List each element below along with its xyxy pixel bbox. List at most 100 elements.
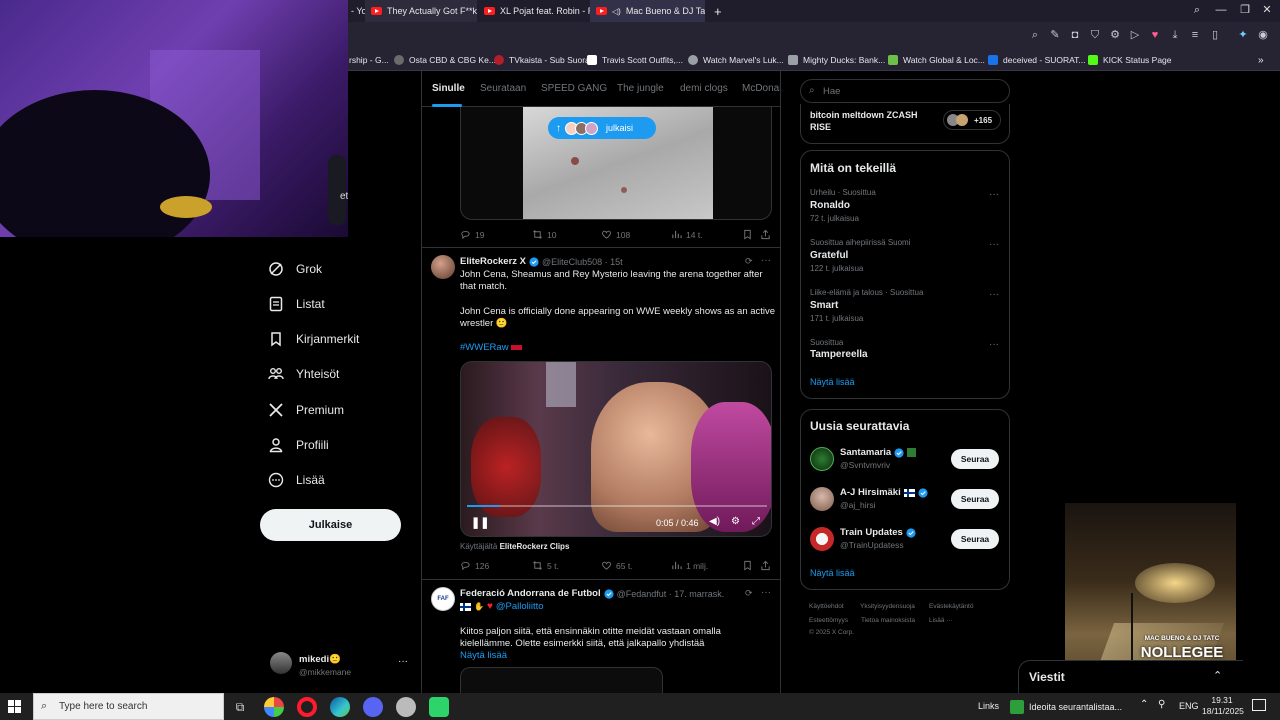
tab-demi-clogs[interactable]: demi clogs	[680, 83, 728, 94]
footer-link-terms[interactable]: Käyttöehdot	[809, 603, 844, 610]
windows-start-icon[interactable]	[8, 700, 22, 714]
avatar[interactable]	[431, 255, 455, 279]
steam-icon[interactable]	[396, 697, 416, 717]
battery-icon[interactable]: ▯	[1208, 28, 1222, 42]
nav-item-lists[interactable]: Listat	[268, 296, 325, 312]
post-button[interactable]: Julkaise	[260, 509, 401, 541]
tweet-author-handle[interactable]: @Fedandfut · 17. marrask.	[617, 589, 725, 599]
source-name[interactable]: EliteRockerz Clips	[500, 542, 570, 551]
trend-item[interactable]: Urheilu · Suosittua Ronaldo 72 t. julkai…	[801, 184, 1009, 232]
tweet-more-icon[interactable]: ···	[761, 255, 771, 266]
bookmark-item[interactable]: TVkaista - Sub Suora	[494, 49, 590, 71]
new-posts-pill[interactable]: ↑ julkaisi	[548, 117, 656, 139]
browser-tab[interactable]: - Yo	[345, 0, 365, 22]
search-tabs-icon[interactable]: ⌕	[1188, 2, 1206, 18]
tweet-author-handle[interactable]: @EliteClub508 · 15t	[542, 257, 623, 267]
share-button[interactable]	[760, 560, 771, 571]
nav-item-grok[interactable]: Grok	[268, 261, 322, 277]
video-player[interactable]: ❚❚ 0:05 / 0:46 ◀) ⚙ ⤢	[460, 361, 772, 537]
opera-icon[interactable]	[297, 697, 317, 717]
share-button[interactable]	[760, 229, 771, 240]
browser-tab[interactable]: They Actually Got F**king	[365, 0, 477, 22]
hashtag-link[interactable]: #WWERaw	[460, 342, 523, 354]
task-view-icon[interactable]: ⧉	[230, 697, 250, 717]
footer-link-cookies[interactable]: Evästekäytäntö	[929, 603, 973, 610]
bookmark-item[interactable]: Watch Marvel's Luk...	[688, 49, 784, 71]
taskbar-notification[interactable]: Ideoita seurantalistaa...	[1010, 697, 1130, 716]
more-dots-icon[interactable]: ···	[398, 656, 408, 667]
video-progress-track[interactable]	[467, 505, 767, 507]
follow-button[interactable]: Seuraa	[951, 449, 999, 469]
fullscreen-icon[interactable]: ⤢	[752, 516, 760, 527]
bookmark-item[interactable]: Watch Global & Loc...	[888, 49, 985, 71]
heart-icon[interactable]: ♥	[1148, 28, 1162, 42]
follow-suggestion[interactable]: A-J Hirsimäki @aj_hirsi Seuraa	[801, 483, 1009, 517]
footer-link-ads-info[interactable]: Tietoa mainoksista	[861, 617, 915, 624]
like-button[interactable]: 65 t.	[601, 560, 633, 571]
trend-item[interactable]: Suosittua Tampereella ···	[801, 334, 1009, 364]
expand-icon[interactable]: ⌃	[1213, 669, 1222, 682]
trend-more-icon[interactable]: ···	[989, 239, 999, 250]
nav-item-premium[interactable]: Premium	[268, 402, 344, 418]
download-icon[interactable]: ⤓	[1168, 28, 1182, 42]
bookmark-item[interactable]: Travis Scott Outfits,...	[587, 49, 683, 71]
bookmark-button[interactable]	[742, 229, 753, 240]
nav-item-profile[interactable]: Profiili	[268, 437, 329, 453]
footer-link-accessibility[interactable]: Esteettömyys	[809, 617, 848, 624]
like-button[interactable]: 108	[601, 229, 630, 240]
reply-button[interactable]: 126	[460, 560, 489, 571]
avatar[interactable]: FAF	[431, 587, 455, 611]
trend-more-icon[interactable]: ···	[989, 289, 999, 300]
tray-chevron-icon[interactable]: ⌃	[1140, 699, 1148, 710]
search-input[interactable]: ⌕ Hae	[800, 79, 1010, 103]
views-button[interactable]: 14 t.	[671, 229, 703, 240]
bookmarks-overflow-icon[interactable]: »	[1258, 49, 1264, 71]
trend-item[interactable]: Liike-elämä ja talous · Suosittua Smart …	[801, 284, 1009, 332]
taskbar-language[interactable]: ENG	[1179, 701, 1199, 711]
restore-icon[interactable]: ❐	[1236, 2, 1254, 18]
settings-icon[interactable]: ⚙	[1108, 28, 1122, 42]
bookmark-item[interactable]: Mighty Ducks: Bank...	[788, 49, 885, 71]
edge-icon[interactable]	[330, 697, 350, 717]
views-button[interactable]: 1 milj.	[671, 560, 708, 571]
tweet-media[interactable]	[460, 667, 663, 693]
follow-button[interactable]: Seuraa	[951, 489, 999, 509]
repost-button[interactable]: 10	[532, 229, 556, 240]
account-switcher[interactable]: mikedi🙂 @mikkemane ···	[268, 650, 418, 682]
camera-icon[interactable]: ◘	[1068, 28, 1082, 42]
trend-item[interactable]: Suosittua aihepiirissä Suomi Grateful 12…	[801, 234, 1009, 282]
close-window-icon[interactable]: ✕	[1258, 2, 1276, 18]
tab-following[interactable]: Seurataan	[480, 83, 526, 94]
tweet-author-name[interactable]: EliteRockerz X	[460, 256, 526, 267]
edit-icon[interactable]: ✎	[1048, 28, 1062, 42]
footer-link-privacy[interactable]: Yksityisyydensuoja	[860, 603, 915, 610]
browser-tab-active[interactable]: ◁) Mac Bueno & DJ Tatc ✕	[590, 0, 705, 22]
follow-suggestion[interactable]: Train Updates @TrainUpdatess Seuraa	[801, 523, 1009, 557]
notifications-icon[interactable]	[1252, 699, 1266, 711]
tweet-more-icon[interactable]: ···	[761, 587, 771, 598]
discord-icon[interactable]	[363, 697, 383, 717]
show-more-link[interactable]: Näytä lisää	[460, 650, 507, 662]
settings-icon[interactable]: ⚙	[731, 516, 740, 527]
trend-more-icon[interactable]: ···	[989, 189, 999, 200]
taskbar-search-input[interactable]: ⌕ Type here to search	[33, 693, 224, 720]
play-icon[interactable]: ▷	[1128, 28, 1142, 42]
copilot-icon[interactable]	[264, 697, 284, 717]
mention-link[interactable]: @Palloliitto	[496, 601, 544, 612]
obs-app-icon[interactable]	[429, 697, 449, 717]
pause-icon[interactable]: ❚❚	[471, 516, 489, 529]
tab-mcdonal[interactable]: McDonal	[742, 83, 780, 94]
search-icon[interactable]: ⌕	[1028, 28, 1042, 42]
taskbar-links-label[interactable]: Links	[978, 701, 999, 711]
bookmark-item[interactable]: rship - G...	[349, 49, 389, 71]
tab-the-jungle[interactable]: The jungle	[617, 83, 664, 94]
taskbar-clock[interactable]: 19.31 18/11/2025	[1202, 695, 1244, 717]
nav-item-bookmarks[interactable]: Kirjanmerkit	[268, 331, 359, 347]
network-icon[interactable]: ⚲	[1158, 699, 1165, 710]
tab-speed-gang[interactable]: SPEED GANG	[541, 83, 607, 94]
bookmark-button[interactable]	[742, 560, 753, 571]
aria-icon[interactable]: ◉	[1256, 28, 1270, 42]
tab-for-you[interactable]: Sinulle	[432, 83, 465, 94]
grok-explain-icon[interactable]: ⟳	[745, 256, 753, 267]
new-tab-button[interactable]: +	[708, 0, 726, 22]
